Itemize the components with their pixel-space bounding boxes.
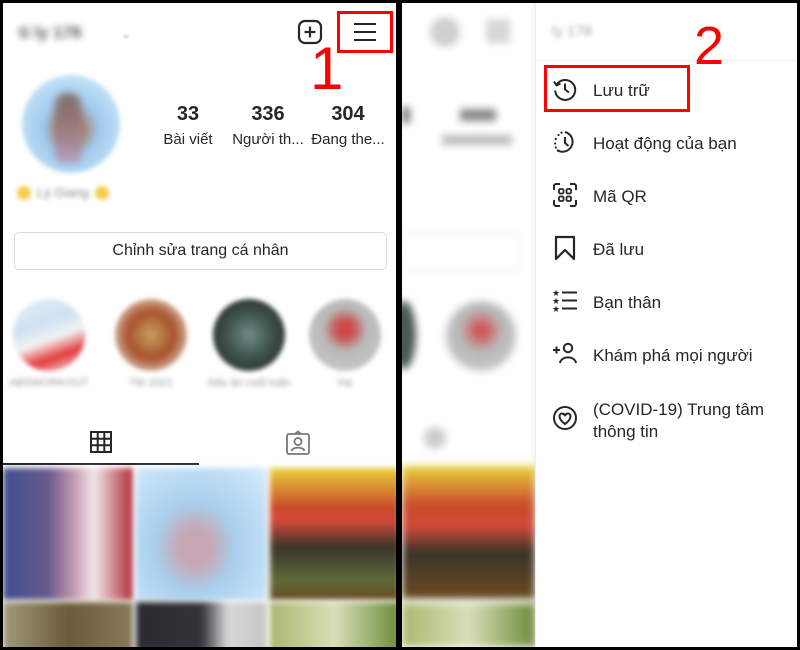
background-add-icon [430, 17, 460, 47]
background-post [402, 603, 535, 647]
menu-label: Khám phá mọi người [593, 346, 753, 365]
profile-bio: Lý Giang [17, 185, 110, 200]
discover-people-icon [550, 339, 580, 369]
menu-item-your-activity[interactable]: Hoạt động của bạn [536, 115, 797, 168]
profile-with-menu-drawer: ly 178 Lưu trữ Hoạt động của bạn Mã QR Đ… [402, 3, 797, 647]
stat-following[interactable]: 304 Đang the... [308, 103, 388, 148]
drawer-username: ly 178 [552, 23, 593, 40]
annotation-highlight-box [544, 65, 690, 112]
profile-stats: 33 Bài viết 336 Người th... 304 Đang the… [148, 103, 388, 148]
bio-text: Lý Giang [37, 185, 90, 200]
stat-value: 336 [251, 103, 285, 125]
qr-code-icon [550, 180, 580, 210]
covid-info-heart-icon [550, 403, 580, 433]
stat-value: 304 [331, 103, 365, 125]
emoji-icon [95, 185, 110, 200]
highlight-circle[interactable] [115, 299, 187, 371]
menu-label: (COVID-19) Trung tâm thông tin [593, 400, 764, 441]
tagged-person-icon [285, 430, 310, 455]
post-thumbnail[interactable] [3, 602, 133, 647]
menu-item-qr-code[interactable]: Mã QR [536, 168, 797, 221]
tab-grid[interactable] [3, 421, 199, 465]
highlight-circle[interactable] [309, 299, 381, 371]
annotation-step-number: 1 [310, 35, 344, 102]
posts-grid [3, 468, 396, 647]
post-thumbnail[interactable] [136, 602, 267, 647]
background-highlight [402, 301, 416, 369]
annotation-step-number: 2 [694, 16, 725, 76]
stat-label: Đang the... [311, 131, 385, 148]
profile-username[interactable]: ti ly 178 [19, 23, 81, 43]
avatar-photo-subject [55, 93, 81, 163]
post-thumbnail[interactable] [270, 602, 396, 647]
activity-clock-icon [550, 127, 580, 157]
background-stats [460, 109, 496, 121]
chevron-down-icon[interactable]: ⌄ [121, 27, 131, 41]
post-thumbnail[interactable] [3, 468, 133, 600]
background-stats [402, 107, 410, 123]
background-menu-icon [486, 19, 510, 43]
menu-item-covid-info-center[interactable]: (COVID-19) Trung tâm thông tin [536, 380, 797, 450]
stat-label: Bài viết [163, 131, 213, 148]
menu-label: Bạn thân [593, 293, 662, 312]
post-thumbnail[interactable] [136, 468, 267, 600]
highlight-circle[interactable] [13, 299, 85, 371]
background-post [402, 466, 535, 599]
grid-icon [90, 431, 112, 453]
story-highlights: ABSWORKOUT Tết 2021 Nấu ăn cuối tuần Hà [3, 293, 396, 393]
bookmark-icon [550, 233, 580, 263]
menu-label: Hoạt động của bạn [593, 134, 737, 153]
menu-label: Mã QR [593, 187, 647, 206]
stat-value: 33 [176, 103, 200, 125]
menu-label: Đã lưu [593, 240, 645, 259]
stat-followers[interactable]: 336 Người th... [228, 103, 308, 148]
post-thumbnail[interactable] [270, 468, 396, 600]
highlight-label: Hà [337, 377, 353, 389]
menu-item-discover-people[interactable]: Khám phá mọi người [536, 327, 797, 380]
drawer-header: ly 178 [536, 3, 797, 61]
background-edit-button [402, 233, 520, 271]
stat-label: Người th... [232, 131, 304, 148]
background-stats [442, 135, 512, 145]
svg-text:★: ★ [552, 305, 560, 314]
profile-tabs [3, 421, 396, 465]
emoji-icon [17, 185, 31, 200]
edit-profile-button[interactable]: Chỉnh sửa trang cá nhân [14, 232, 387, 270]
close-friends-list-icon: ★ ★ ★ [550, 286, 580, 316]
highlight-label: Tết 2021 [129, 377, 173, 389]
stat-posts[interactable]: 33 Bài viết [148, 103, 228, 148]
menu-item-close-friends[interactable]: ★ ★ ★ Bạn thân [536, 274, 797, 327]
highlight-label: Nấu ăn cuối tuần [207, 377, 291, 389]
annotation-highlight-box [337, 11, 393, 53]
tab-tagged[interactable] [199, 421, 396, 465]
profile-screen: ti ly 178 ⌄ 1 33 Bài viết 336 Người th..… [3, 3, 396, 647]
highlight-label: ABSWORKOUT [9, 377, 89, 389]
menu-item-saved[interactable]: Đã lưu [536, 221, 797, 274]
background-tab-icon [424, 427, 446, 449]
background-highlight [446, 301, 516, 371]
highlight-circle[interactable] [213, 299, 285, 371]
